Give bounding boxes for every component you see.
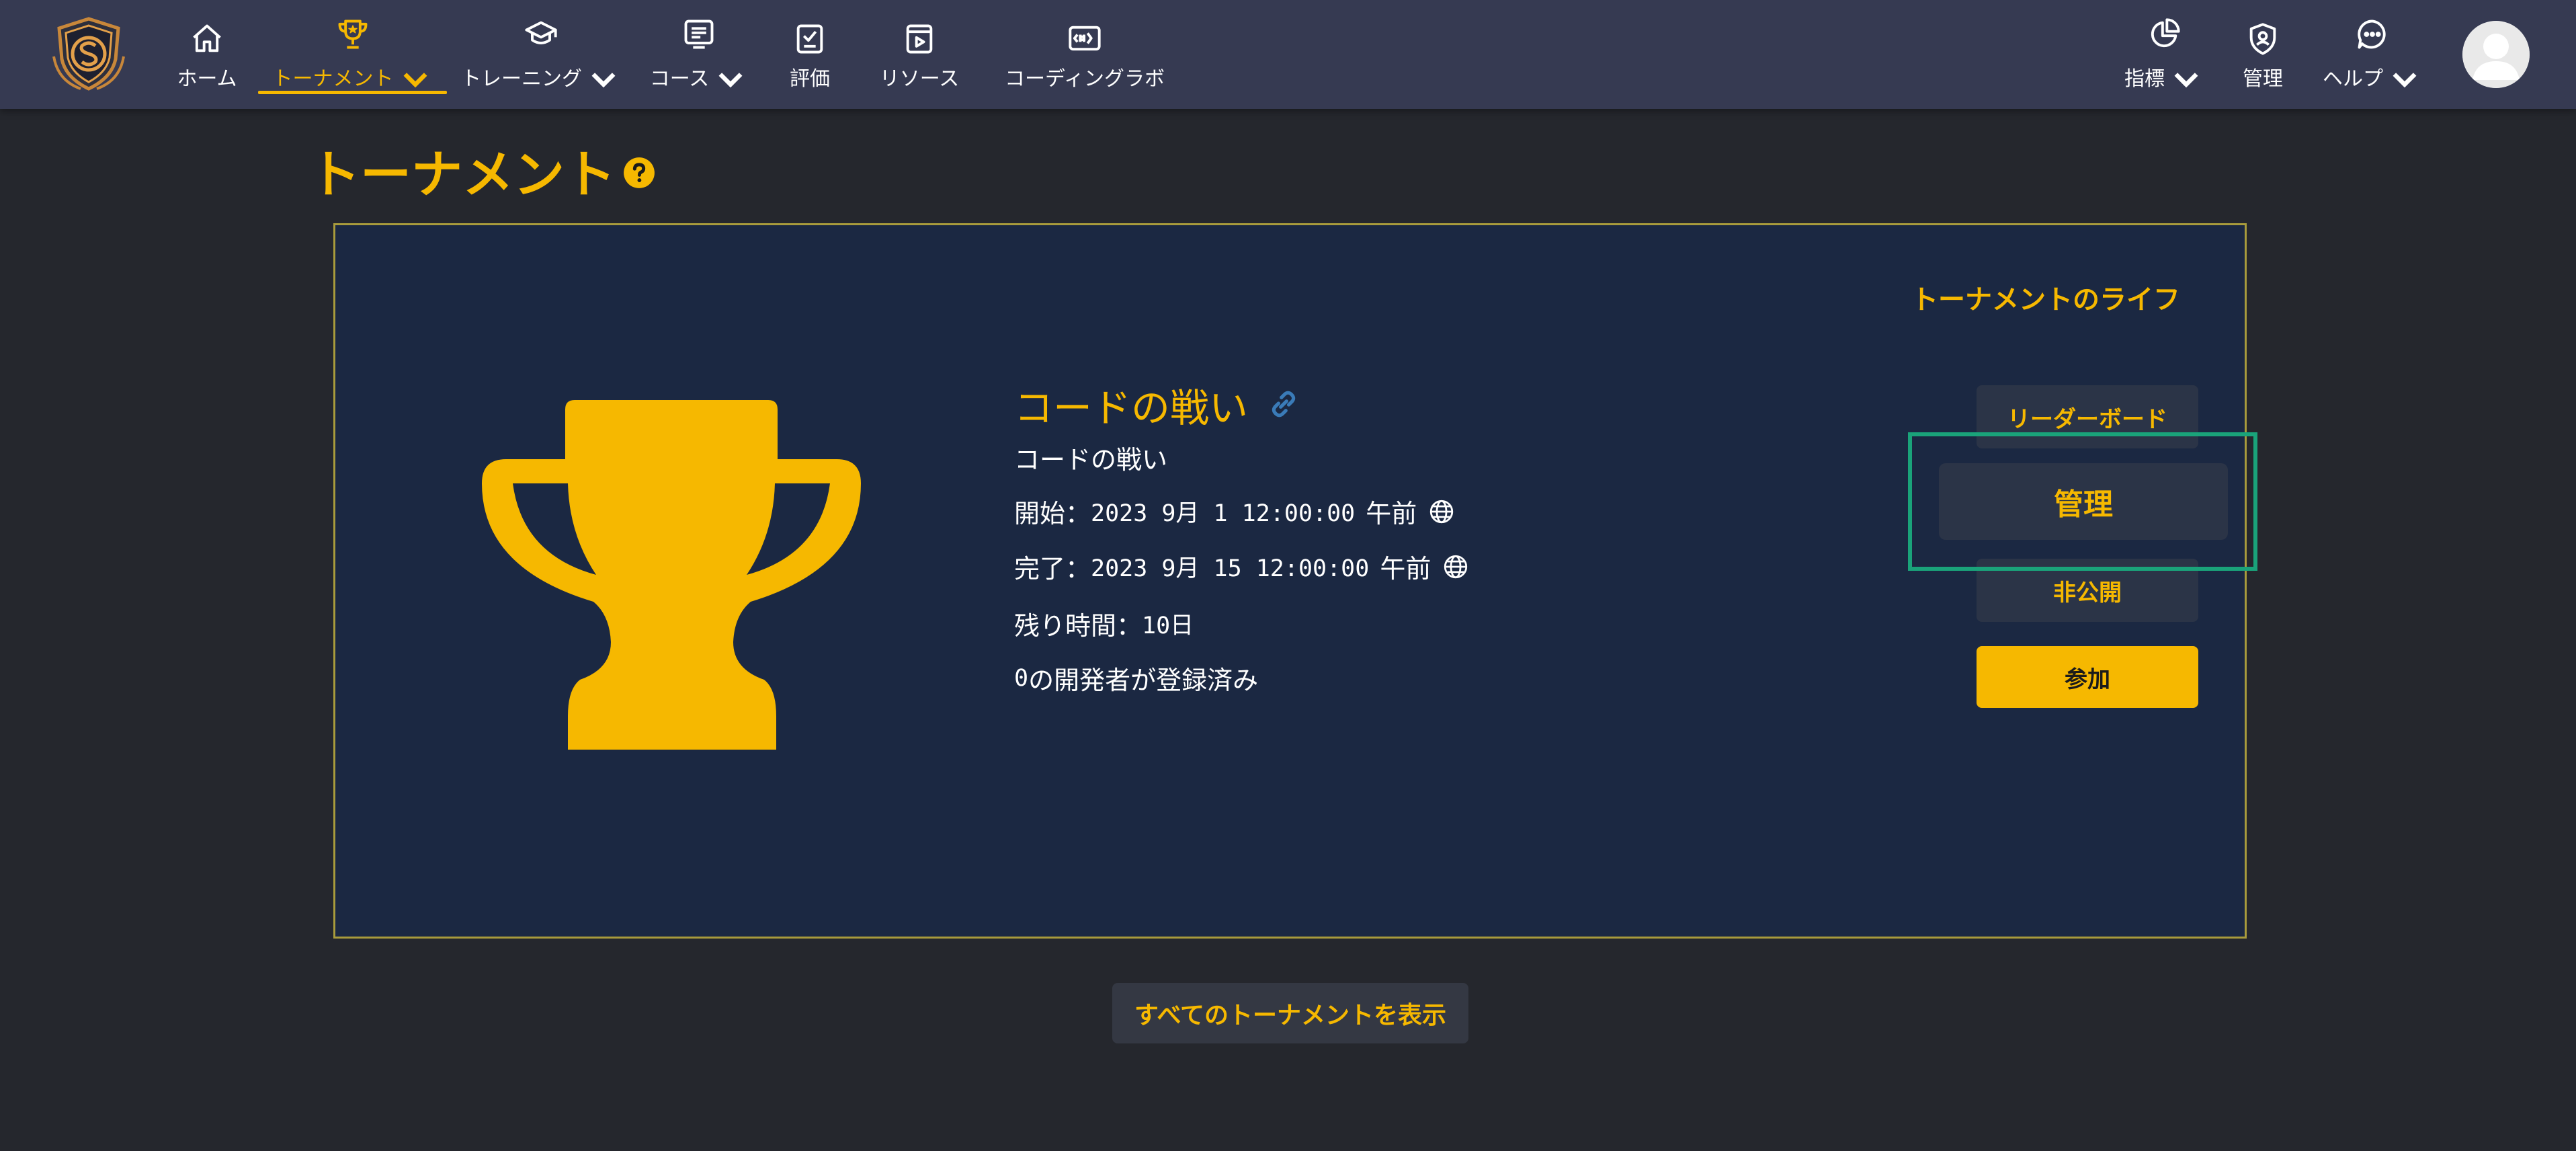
trophy-icon bbox=[338, 19, 367, 49]
top-navigation-bar: ホーム トーナメント トレーニング コース 評価 リソース コーディングラボ 指… bbox=[0, 0, 2576, 109]
chevron-down-icon bbox=[2174, 73, 2198, 88]
start-label: 開始： bbox=[1014, 499, 1091, 528]
nav-help-label: ヘルプ bbox=[2323, 67, 2383, 91]
chevron-down-icon bbox=[718, 73, 743, 88]
nav-course-label: コース bbox=[649, 67, 710, 91]
nav-coding-lab[interactable]: コーディングラボ bbox=[1000, 0, 1169, 109]
nav-home-label: ホーム bbox=[177, 67, 237, 91]
globe-icon[interactable] bbox=[1442, 553, 1470, 581]
code-lab-icon bbox=[1069, 26, 1101, 51]
tournament-description: コードの戦い bbox=[1014, 439, 1167, 476]
registered-row: 0 の開発者が登録済み bbox=[1014, 660, 1258, 697]
admin-shield-icon bbox=[2249, 23, 2276, 55]
nav-metrics-label: 指標 bbox=[2124, 67, 2165, 91]
nav-help[interactable]: ヘルプ bbox=[2323, 0, 2419, 109]
nav-training[interactable]: トレーニング bbox=[461, 0, 618, 109]
assessment-icon bbox=[796, 24, 823, 54]
nav-admin[interactable]: 管理 bbox=[2233, 0, 2293, 109]
user-avatar-icon bbox=[2462, 21, 2530, 88]
manage-highlight: 管理 bbox=[1908, 432, 2257, 571]
description-text: コードの戦い bbox=[1014, 445, 1168, 475]
home-icon bbox=[193, 24, 221, 52]
logo-icon[interactable] bbox=[48, 16, 129, 91]
view-all-tournaments-button[interactable]: すべてのトーナメントを表示 bbox=[1112, 983, 1468, 1043]
registered-count: 0 bbox=[1014, 664, 1029, 692]
tournament-name: コードの戦い bbox=[1014, 385, 1249, 431]
end-ampm: 午前 bbox=[1380, 554, 1431, 584]
nav-metrics[interactable]: 指標 bbox=[2124, 0, 2204, 109]
chevron-down-icon bbox=[2393, 73, 2417, 88]
nav-coding-lab-label: コーディングラボ bbox=[1005, 67, 1165, 91]
end-time-row: 完了： 2023 9月 15 12:00:00 午前 bbox=[1014, 548, 1470, 585]
start-value: 2023 9月 1 12:00:00 bbox=[1091, 500, 1356, 527]
nav-course[interactable]: コース bbox=[649, 0, 746, 109]
course-list-icon bbox=[684, 19, 714, 49]
active-tab-indicator bbox=[258, 91, 447, 94]
start-ampm: 午前 bbox=[1366, 499, 1417, 528]
graduation-cap-icon bbox=[525, 21, 557, 44]
nav-training-label: トレーニング bbox=[461, 67, 582, 91]
chat-help-icon bbox=[2358, 19, 2386, 49]
link-icon[interactable] bbox=[1266, 387, 1301, 422]
page-title: トーナメント bbox=[309, 145, 616, 204]
nav-resources-label: リソース bbox=[879, 67, 960, 91]
trophy-icon bbox=[482, 400, 861, 750]
question-circle-icon[interactable] bbox=[622, 156, 656, 190]
remaining-value: 10日 bbox=[1142, 612, 1194, 639]
nav-admin-label: 管理 bbox=[2243, 67, 2283, 91]
nav-assessment-label: 評価 bbox=[790, 67, 830, 91]
avatar[interactable] bbox=[2462, 21, 2530, 88]
join-button[interactable]: 参加 bbox=[1977, 646, 2198, 708]
tournament-life-label: トーナメントのライフ bbox=[1911, 284, 2180, 315]
nav-resources[interactable]: リソース bbox=[872, 0, 966, 109]
chevron-down-icon bbox=[591, 73, 616, 88]
play-file-icon bbox=[906, 24, 933, 54]
nav-assessment[interactable]: 評価 bbox=[780, 0, 840, 109]
end-value: 2023 9月 15 12:00:00 bbox=[1091, 555, 1370, 582]
end-label: 完了： bbox=[1014, 554, 1091, 584]
nav-home[interactable]: ホーム bbox=[173, 0, 241, 109]
remaining-time-row: 残り時間： 10日 bbox=[1014, 605, 1194, 642]
start-time-row: 開始： 2023 9月 1 12:00:00 午前 bbox=[1014, 493, 1456, 530]
nav-tournament-label: トーナメント bbox=[272, 67, 394, 91]
globe-icon[interactable] bbox=[1427, 498, 1456, 526]
remaining-label: 残り時間： bbox=[1014, 611, 1142, 641]
registered-text: の開発者が登録済み bbox=[1028, 666, 1259, 695]
manage-button[interactable]: 管理 bbox=[1939, 463, 2228, 540]
pie-chart-icon bbox=[2151, 18, 2180, 48]
tournament-card: コードの戦い コードの戦い 開始： 2023 9月 1 12:00:00 午前 … bbox=[333, 223, 2257, 939]
